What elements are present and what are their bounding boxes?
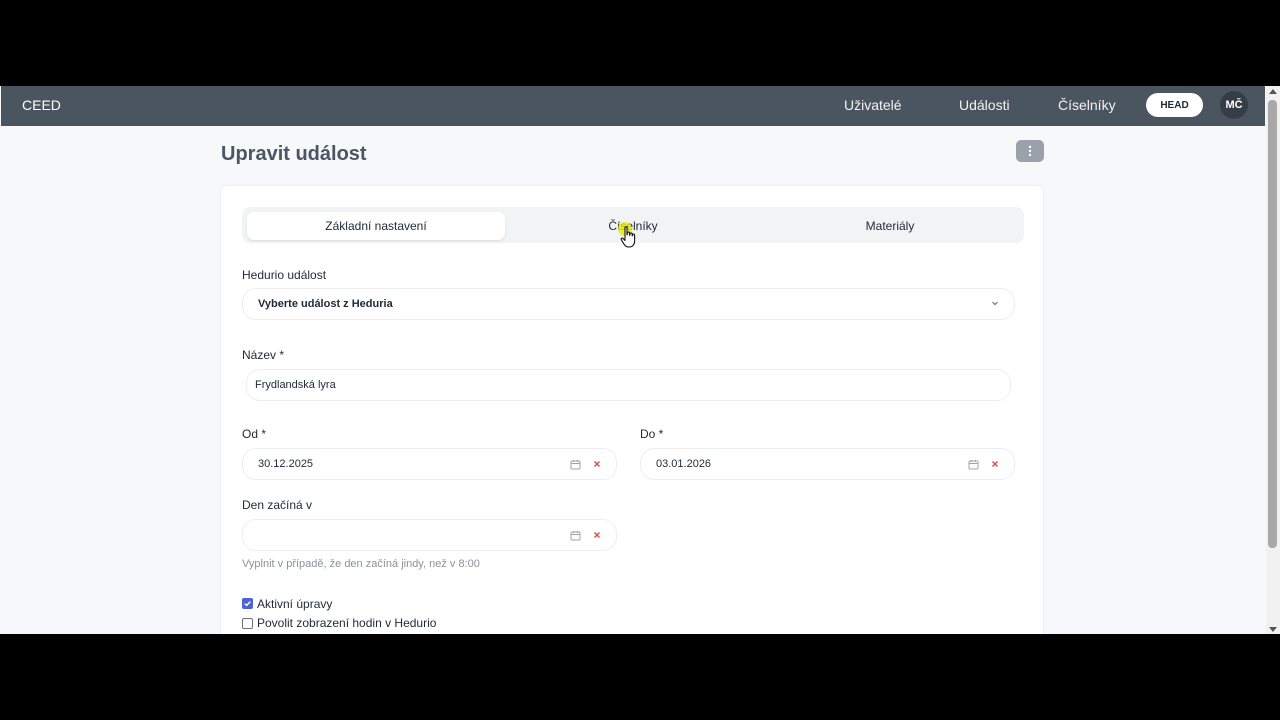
day-start-hint: Vyplnit v případě, že den začíná jindy, … xyxy=(242,558,480,570)
kebab-menu-icon xyxy=(1028,145,1032,157)
to-date-value: 03.01.2026 xyxy=(656,458,712,470)
clear-icon[interactable] xyxy=(990,459,1000,469)
day-start-label: Den začíná v xyxy=(242,498,313,512)
tab-materials[interactable]: Materiály xyxy=(761,212,1019,240)
from-date-input[interactable]: 30.12.2025 xyxy=(242,448,617,480)
scrollbar-thumb[interactable] xyxy=(1268,100,1277,548)
calendar-icon[interactable] xyxy=(968,459,979,470)
clear-icon[interactable] xyxy=(592,459,602,469)
event-form-card: Základní nastavení Číselníky Materiály H… xyxy=(221,186,1043,634)
name-value: Frydlandská lyra xyxy=(255,379,336,391)
hand-pointer-cursor-icon xyxy=(620,226,636,248)
vertical-scrollbar[interactable] xyxy=(1266,86,1280,634)
brand-logo[interactable]: CEED xyxy=(22,97,61,113)
more-options-button[interactable] xyxy=(1016,140,1044,162)
head-badge[interactable]: HEAD xyxy=(1146,93,1203,117)
clear-icon[interactable] xyxy=(592,530,602,540)
hedurio-event-label: Hedurio událost xyxy=(242,268,327,282)
name-input[interactable]: Frydlandská lyra xyxy=(246,369,1011,401)
from-label: Od * xyxy=(242,427,267,441)
calendar-icon[interactable] xyxy=(570,530,581,541)
active-edits-checkbox[interactable] xyxy=(242,598,253,609)
name-label: Název * xyxy=(242,348,285,362)
nav-link-users[interactable]: Uživatelé xyxy=(844,97,902,113)
top-navbar: CEED Uživatelé Události Číselníky HEAD M… xyxy=(1,86,1265,126)
to-label: Do * xyxy=(640,427,664,441)
active-edits-label[interactable]: Aktivní úpravy xyxy=(257,597,332,611)
hedurio-event-value: Vyberte událost z Heduria xyxy=(258,298,393,310)
calendar-icon[interactable] xyxy=(570,459,581,470)
day-start-input[interactable] xyxy=(242,519,617,551)
nav-link-codelists[interactable]: Číselníky xyxy=(1058,97,1116,113)
chevron-down-icon xyxy=(992,301,998,306)
page-title: Upravit událost xyxy=(221,143,367,165)
scroll-down-arrow-icon[interactable] xyxy=(1269,627,1277,632)
browser-viewport: CEED Uživatelé Události Číselníky HEAD M… xyxy=(0,86,1280,634)
from-date-value: 30.12.2025 xyxy=(258,458,314,470)
scroll-up-arrow-icon[interactable] xyxy=(1269,89,1277,94)
hedurio-event-select[interactable]: Vyberte událost z Heduria xyxy=(242,288,1015,320)
to-date-input[interactable]: 03.01.2026 xyxy=(640,448,1015,480)
checkmark-icon xyxy=(244,601,251,607)
user-avatar[interactable]: MČ xyxy=(1220,91,1248,119)
nav-link-events[interactable]: Události xyxy=(959,97,1010,113)
tab-basic-settings[interactable]: Základní nastavení xyxy=(247,212,505,240)
show-hours-hedurio-checkbox[interactable] xyxy=(242,618,253,629)
show-hours-hedurio-label[interactable]: Povolit zobrazení hodin v Hedurio xyxy=(257,616,436,630)
